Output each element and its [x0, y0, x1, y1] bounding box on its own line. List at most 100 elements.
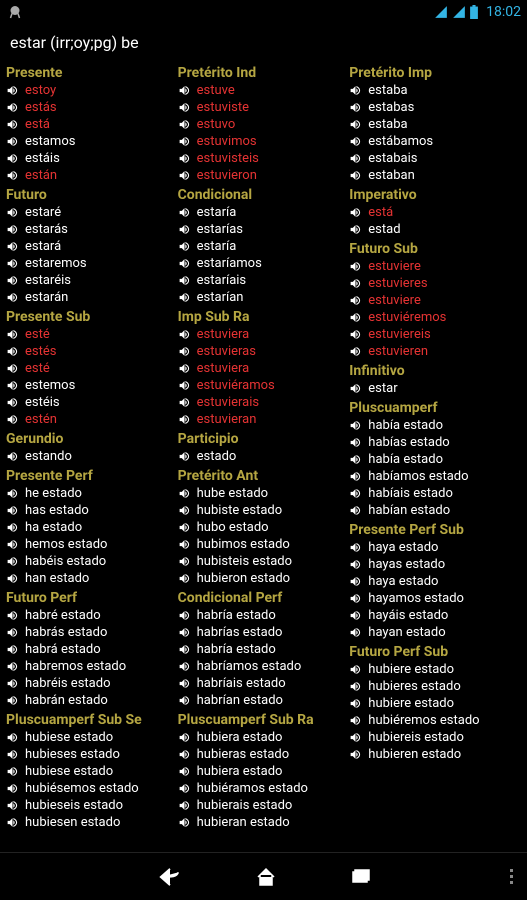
conjugation-row[interactable]: hayas estado: [349, 556, 519, 573]
conjugation-row[interactable]: hayan estado: [349, 624, 519, 641]
speaker-icon[interactable]: [178, 816, 191, 829]
speaker-icon[interactable]: [6, 135, 19, 148]
conjugation-row[interactable]: estuvierais: [178, 394, 348, 411]
speaker-icon[interactable]: [349, 206, 362, 219]
speaker-icon[interactable]: [349, 697, 362, 710]
speaker-icon[interactable]: [349, 453, 362, 466]
speaker-icon[interactable]: [349, 504, 362, 517]
conjugation-row[interactable]: estaban: [349, 167, 519, 184]
speaker-icon[interactable]: [6, 206, 19, 219]
conjugation-row[interactable]: estarán: [6, 289, 176, 306]
speaker-icon[interactable]: [178, 748, 191, 761]
conjugation-row[interactable]: hubiese estado: [6, 729, 176, 746]
speaker-icon[interactable]: [6, 396, 19, 409]
speaker-icon[interactable]: [178, 538, 191, 551]
conjugation-row[interactable]: hubieren estado: [349, 746, 519, 763]
speaker-icon[interactable]: [349, 152, 362, 165]
conjugation-row[interactable]: había estado: [349, 451, 519, 468]
speaker-icon[interactable]: [178, 504, 191, 517]
speaker-icon[interactable]: [349, 748, 362, 761]
speaker-icon[interactable]: [6, 731, 19, 744]
conjugation-row[interactable]: habréis estado: [6, 675, 176, 692]
speaker-icon[interactable]: [178, 660, 191, 673]
speaker-icon[interactable]: [178, 450, 191, 463]
speaker-icon[interactable]: [178, 257, 191, 270]
conjugation-row[interactable]: estabais: [349, 150, 519, 167]
speaker-icon[interactable]: [6, 694, 19, 707]
speaker-icon[interactable]: [6, 274, 19, 287]
speaker-icon[interactable]: [6, 487, 19, 500]
conjugation-row[interactable]: estad: [349, 221, 519, 238]
speaker-icon[interactable]: [6, 450, 19, 463]
conjugation-row[interactable]: están: [6, 167, 176, 184]
conjugation-row[interactable]: estamos: [6, 133, 176, 150]
speaker-icon[interactable]: [178, 152, 191, 165]
speaker-icon[interactable]: [178, 362, 191, 375]
speaker-icon[interactable]: [178, 413, 191, 426]
speaker-icon[interactable]: [6, 677, 19, 690]
conjugation-row[interactable]: hayáis estado: [349, 607, 519, 624]
conjugation-row[interactable]: estando: [6, 448, 176, 465]
speaker-icon[interactable]: [178, 731, 191, 744]
speaker-icon[interactable]: [178, 609, 191, 622]
speaker-icon[interactable]: [349, 663, 362, 676]
conjugation-row[interactable]: habías estado: [349, 434, 519, 451]
conjugation-row[interactable]: estuviéremos: [349, 309, 519, 326]
conjugation-row[interactable]: estarás: [6, 221, 176, 238]
conjugation-row[interactable]: hubisteis estado: [178, 553, 348, 570]
conjugation-row[interactable]: está: [349, 204, 519, 221]
conjugation-row[interactable]: hubieran estado: [178, 814, 348, 831]
speaker-icon[interactable]: [349, 592, 362, 605]
conjugation-row[interactable]: habríais estado: [178, 675, 348, 692]
speaker-icon[interactable]: [6, 521, 19, 534]
conjugation-row[interactable]: estuvieren: [349, 343, 519, 360]
speaker-icon[interactable]: [178, 206, 191, 219]
speaker-icon[interactable]: [6, 413, 19, 426]
conjugation-row[interactable]: hubiste estado: [178, 502, 348, 519]
conjugation-row[interactable]: haya estado: [349, 539, 519, 556]
conjugation-row[interactable]: hubieses estado: [6, 746, 176, 763]
conjugation-row[interactable]: hubiesen estado: [6, 814, 176, 831]
conjugation-row[interactable]: has estado: [6, 502, 176, 519]
conjugation-row[interactable]: estemos: [6, 377, 176, 394]
speaker-icon[interactable]: [349, 382, 362, 395]
conjugation-row[interactable]: estaba: [349, 82, 519, 99]
conjugation-row[interactable]: hubieseis estado: [6, 797, 176, 814]
speaker-icon[interactable]: [178, 274, 191, 287]
speaker-icon[interactable]: [6, 626, 19, 639]
speaker-icon[interactable]: [178, 101, 191, 114]
conjugation-row[interactable]: hubiereis estado: [349, 729, 519, 746]
conjugation-row[interactable]: habéis estado: [6, 553, 176, 570]
conjugation-row[interactable]: estaría: [178, 204, 348, 221]
recent-apps-button[interactable]: [348, 865, 372, 889]
speaker-icon[interactable]: [6, 101, 19, 114]
conjugation-row[interactable]: estén: [6, 411, 176, 428]
conjugation-row[interactable]: estuviera: [178, 326, 348, 343]
speaker-icon[interactable]: [178, 345, 191, 358]
speaker-icon[interactable]: [6, 379, 19, 392]
speaker-icon[interactable]: [6, 782, 19, 795]
speaker-icon[interactable]: [6, 240, 19, 253]
speaker-icon[interactable]: [349, 541, 362, 554]
speaker-icon[interactable]: [6, 643, 19, 656]
speaker-icon[interactable]: [178, 677, 191, 690]
conjugation-row[interactable]: hubieras estado: [178, 746, 348, 763]
speaker-icon[interactable]: [6, 799, 19, 812]
speaker-icon[interactable]: [178, 135, 191, 148]
speaker-icon[interactable]: [349, 575, 362, 588]
speaker-icon[interactable]: [6, 291, 19, 304]
speaker-icon[interactable]: [349, 135, 362, 148]
speaker-icon[interactable]: [6, 328, 19, 341]
speaker-icon[interactable]: [349, 609, 362, 622]
conjugation-row[interactable]: estuvimos: [178, 133, 348, 150]
home-button[interactable]: [254, 865, 278, 889]
conjugation-row[interactable]: hubiéremos estado: [349, 712, 519, 729]
conjugation-row[interactable]: estuviere: [349, 292, 519, 309]
speaker-icon[interactable]: [178, 84, 191, 97]
conjugation-row[interactable]: habría estado: [178, 641, 348, 658]
conjugation-row[interactable]: estaremos: [6, 255, 176, 272]
speaker-icon[interactable]: [6, 362, 19, 375]
speaker-icon[interactable]: [178, 694, 191, 707]
speaker-icon[interactable]: [349, 419, 362, 432]
conjugation-row[interactable]: está: [6, 116, 176, 133]
